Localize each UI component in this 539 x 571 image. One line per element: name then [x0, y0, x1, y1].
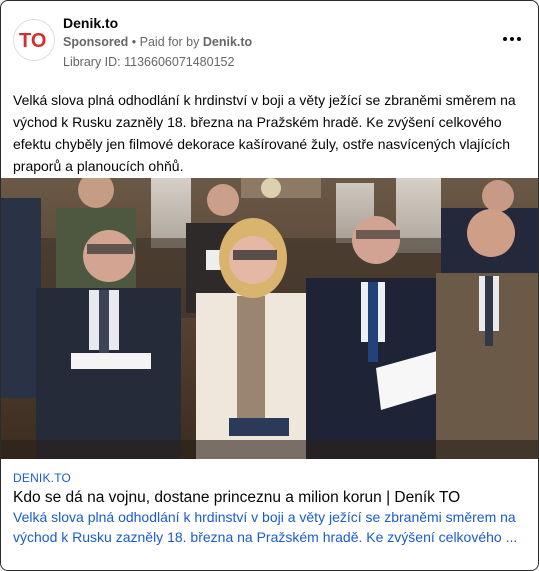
- post-body-text: Velká slova plná odhodlání k hrdinství v…: [13, 92, 516, 174]
- event-photo: [1, 178, 538, 459]
- link-domain: DENIK.TO: [13, 471, 72, 485]
- library-id: Library ID: 1136606071480152: [63, 55, 235, 69]
- ad-card: TO Denik.to Sponsored • Paid for by Deni…: [0, 0, 539, 571]
- link-description[interactable]: Velká slova plná odhodlání k hrdinství v…: [13, 507, 523, 547]
- advertiser-avatar[interactable]: TO: [13, 19, 55, 61]
- separator-dot: •: [128, 35, 140, 49]
- ad-header: TO Denik.to Sponsored • Paid for by Deni…: [13, 13, 526, 69]
- denik-to-logo: TO: [19, 30, 46, 52]
- sponsored-line: Sponsored • Paid for by Denik.to: [63, 35, 252, 49]
- link-preview[interactable]: DENIK.TO Kdo se dá na vojnu, dostane pri…: [1, 461, 538, 570]
- paid-for-link[interactable]: Denik.to: [203, 35, 252, 49]
- sponsored-label: Sponsored: [63, 35, 129, 49]
- ad-image[interactable]: [1, 178, 538, 459]
- svg-text:TO: TO: [19, 30, 46, 52]
- more-options-icon[interactable]: [498, 31, 526, 47]
- paid-for-prefix: Paid for by: [139, 35, 203, 49]
- advertiser-name[interactable]: Denik.to: [63, 15, 118, 31]
- link-title[interactable]: Kdo se dá na vojnu, dostane princeznu a …: [13, 489, 460, 507]
